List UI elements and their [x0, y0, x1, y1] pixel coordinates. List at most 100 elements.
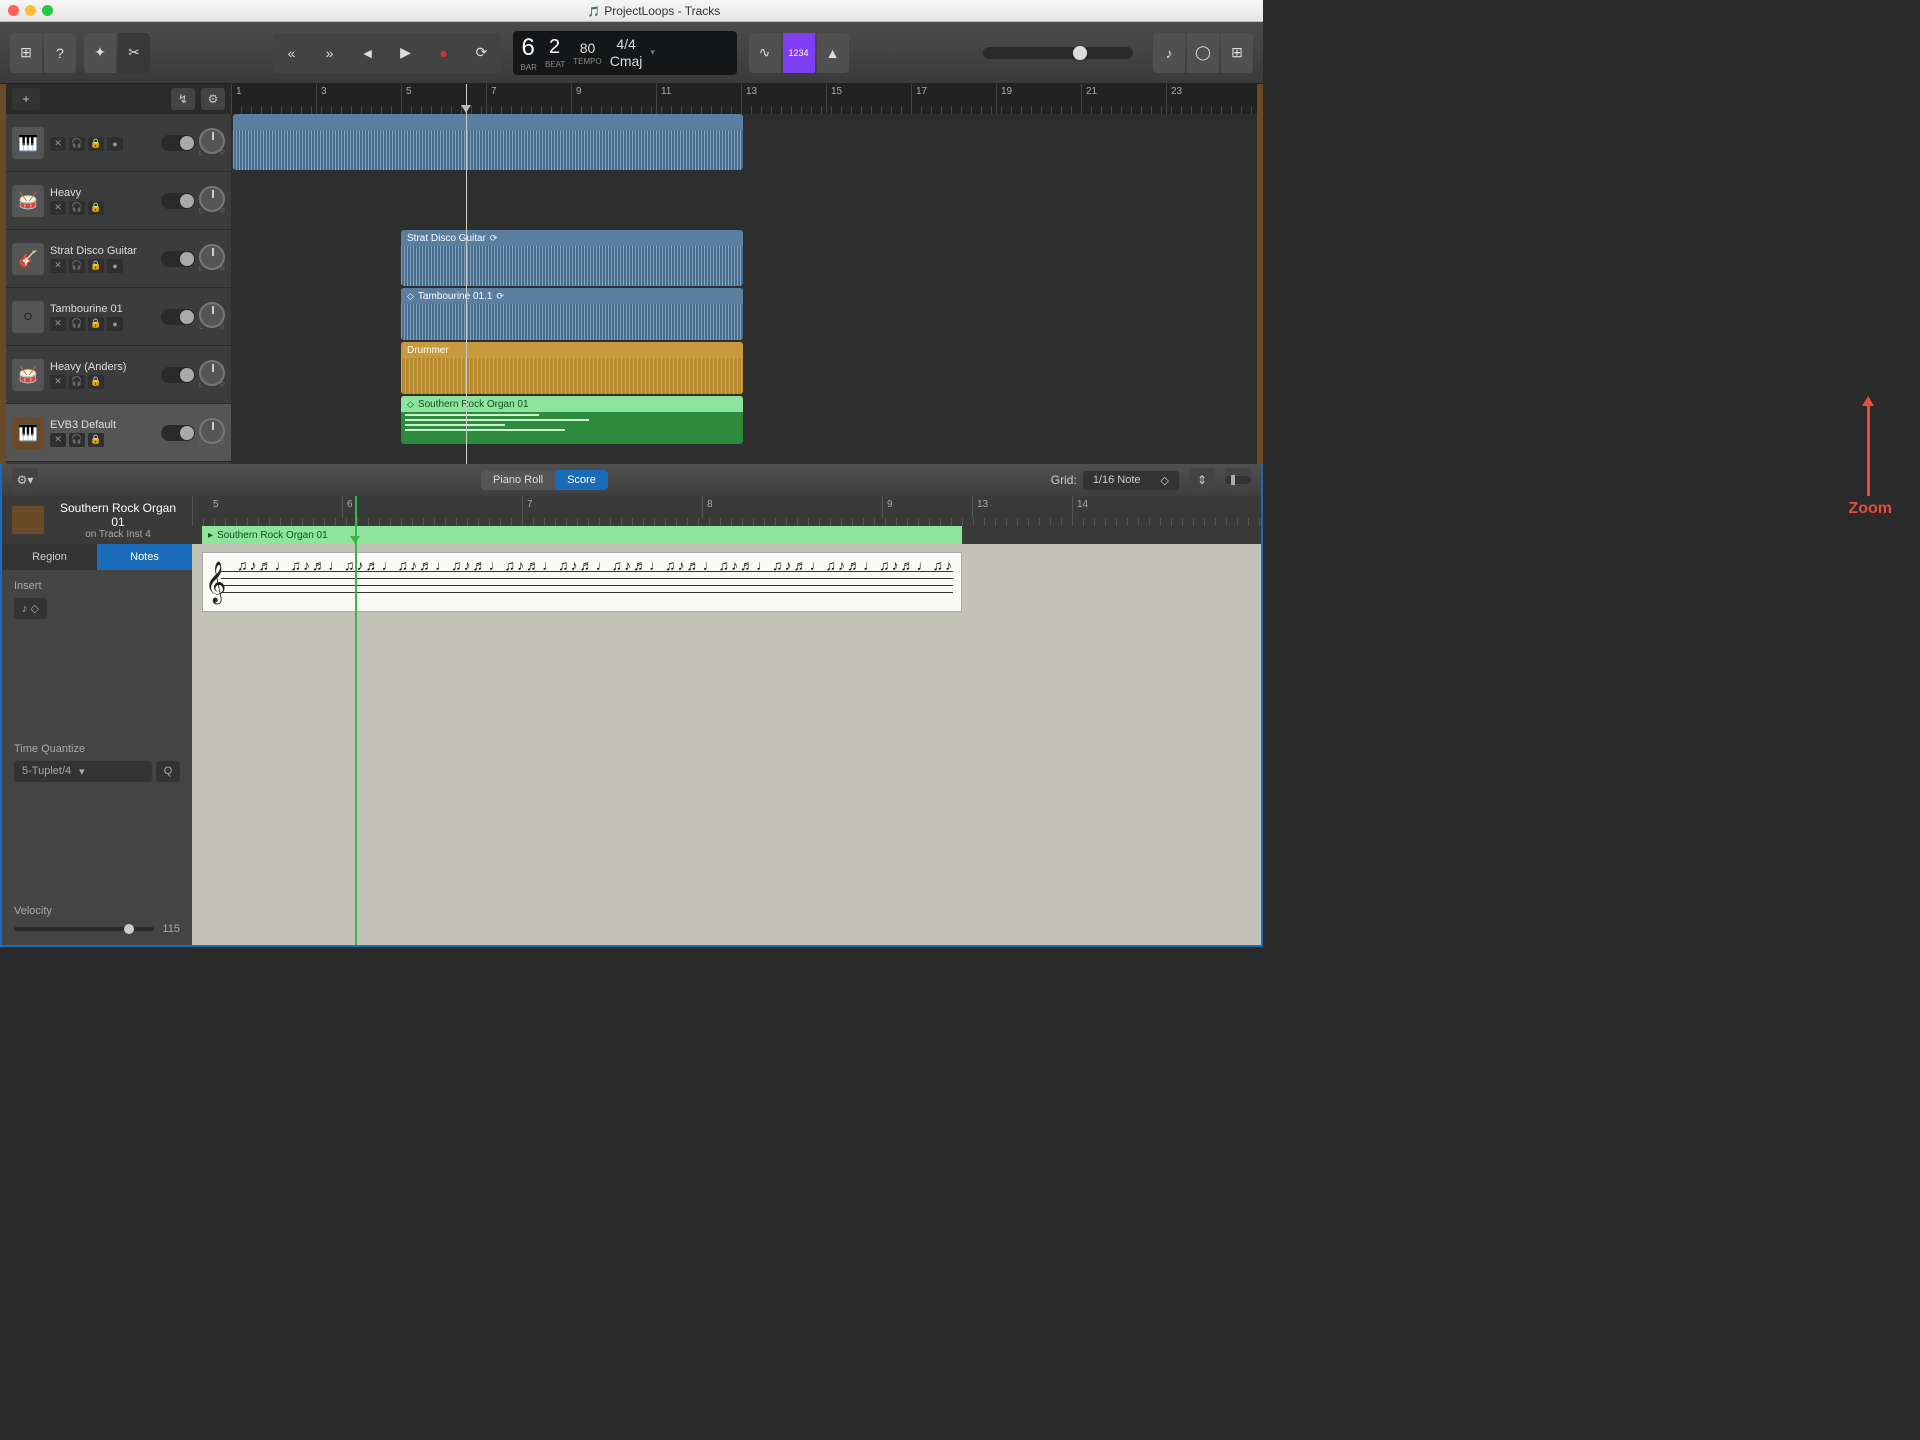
score-editor: ⚙▾ Piano Roll Score Grid: 1/16 Note◇ ⇕ S… [0, 464, 1263, 947]
track-name: Strat Disco Guitar [50, 245, 155, 257]
region-name: Southern Rock Organ 01 [418, 399, 529, 410]
vertical-auto-zoom-button[interactable]: ⇕ [1189, 468, 1215, 492]
time-quantize-select[interactable]: 5-Tuplet/4▾ [14, 761, 152, 782]
lock-button[interactable]: 🔒 [88, 433, 104, 447]
volume-slider[interactable] [161, 425, 195, 441]
lock-button[interactable]: 🔒 [88, 375, 104, 389]
volume-slider[interactable] [161, 135, 195, 151]
mute-button[interactable]: ✕ [50, 375, 66, 389]
time-signature[interactable]: 4/4 [616, 36, 635, 52]
rewind-button[interactable]: « [273, 33, 311, 73]
tuner-button[interactable]: ∿ [749, 33, 781, 73]
pan-knob[interactable] [199, 418, 225, 444]
playhead[interactable] [466, 84, 467, 464]
add-track-button[interactable]: + [12, 88, 40, 110]
insert-note-select[interactable]: ♪ ◇ [14, 598, 47, 619]
key-signature[interactable]: Cmaj [610, 53, 643, 69]
solo-button[interactable]: 🎧 [69, 201, 85, 215]
forward-button[interactable]: » [311, 33, 349, 73]
scissors-tool-button[interactable]: ✂ [118, 33, 150, 73]
track-row[interactable]: 🎸 Strat Disco Guitar ✕ 🎧 🔒 ● LR [6, 230, 231, 288]
record-button[interactable]: ● [425, 33, 463, 73]
audio-region[interactable]: ◇Tambourine 01.1⟳ [401, 288, 743, 340]
velocity-slider[interactable] [14, 927, 154, 931]
automation-toggle[interactable]: ↯ [171, 88, 195, 110]
mute-button[interactable]: ✕ [50, 317, 66, 331]
smart-controls-button[interactable]: ✦ [84, 33, 116, 73]
pan-knob[interactable] [199, 244, 225, 270]
quick-help-button[interactable]: ? [44, 33, 76, 73]
notes-tab[interactable]: Notes [97, 544, 192, 570]
lcd-display[interactable]: 6BAR 2BEAT 80TEMPO 4/4Cmaj ▾ [513, 31, 737, 75]
tempo-value[interactable]: 80 [580, 40, 596, 56]
region-name: Drummer [407, 345, 449, 356]
mute-button[interactable]: ✕ [50, 433, 66, 447]
loop-browser-button[interactable]: ◯ [1187, 33, 1219, 73]
minimize-window-button[interactable] [25, 5, 36, 16]
track-row[interactable]: ○ Tambourine 01 ✕ 🎧 🔒 ● LR [6, 288, 231, 346]
mute-button[interactable]: ✕ [50, 201, 66, 215]
volume-slider[interactable] [161, 193, 195, 209]
solo-button[interactable]: 🎧 [69, 137, 85, 151]
pan-knob[interactable] [199, 128, 225, 154]
score-staff-area[interactable]: 𝄞 ♫♪♬♩♫♪♬♩♫♪♬♩♫♪♬♩♫♪♬♩♫♪♬♩♫♪♬♩♫♪♬♩♫♪♬♩♫♪… [202, 552, 962, 612]
volume-slider[interactable] [161, 309, 195, 325]
solo-button[interactable]: 🎧 [69, 375, 85, 389]
lock-button[interactable]: 🔒 [88, 317, 104, 331]
editor-tool-menu[interactable]: ⚙▾ [12, 468, 38, 492]
midi-region[interactable]: ◇Southern Rock Organ 01 [401, 396, 743, 444]
timeline-ruler[interactable]: 1 3 5 7 9 11 13 15 17 19 21 23 [231, 84, 1257, 114]
notepad-button[interactable]: ♪ [1153, 33, 1185, 73]
title-bar: 🎵ProjectLoops - Tracks [0, 0, 1263, 22]
lock-button[interactable]: 🔒 [88, 259, 104, 273]
zoom-slider-container[interactable] [1225, 468, 1251, 492]
piano-roll-tab[interactable]: Piano Roll [481, 470, 555, 490]
play-button[interactable]: ▶ [387, 33, 425, 73]
lcd-chevron-icon[interactable]: ▾ [650, 47, 655, 58]
record-enable-button[interactable]: ● [107, 137, 123, 151]
track-list-header: + ↯ ⚙ [6, 84, 231, 114]
library-button[interactable]: ⊞ [10, 33, 42, 73]
mute-button[interactable]: ✕ [50, 137, 66, 151]
pan-knob[interactable] [199, 360, 225, 386]
pan-knob[interactable] [199, 302, 225, 328]
mute-button[interactable]: ✕ [50, 259, 66, 273]
region-tab[interactable]: Region [2, 544, 97, 570]
catch-playhead-button[interactable]: ⚙ [201, 88, 225, 110]
metronome-button[interactable]: ▲ [817, 33, 849, 73]
track-row[interactable]: 🥁 Heavy (Anders) ✕ 🎧 🔒 LR [6, 346, 231, 404]
count-in-button[interactable]: 1234 [783, 33, 815, 73]
record-enable-button[interactable]: ● [107, 259, 123, 273]
track-row[interactable]: 🎹 ✕ 🎧 🔒 ● LR [6, 114, 231, 172]
editor-region-header[interactable]: ▸ Southern Rock Organ 01 [202, 526, 962, 544]
grid-value-select[interactable]: 1/16 Note◇ [1083, 471, 1179, 490]
volume-slider[interactable] [161, 251, 195, 267]
solo-button[interactable]: 🎧 [69, 317, 85, 331]
score-tab[interactable]: Score [555, 470, 608, 490]
fullscreen-window-button[interactable] [42, 5, 53, 16]
drummer-region[interactable]: Drummer [401, 342, 743, 394]
pan-knob[interactable] [199, 186, 225, 212]
editor-playhead[interactable] [355, 496, 357, 945]
lock-button[interactable]: 🔒 [88, 201, 104, 215]
region-name: Tambourine 01.1 [418, 291, 493, 302]
record-enable-button[interactable]: ● [107, 317, 123, 331]
media-browser-button[interactable]: ⊞ [1221, 33, 1253, 73]
cycle-button[interactable]: ⟳ [463, 33, 501, 73]
volume-slider[interactable] [161, 367, 195, 383]
audio-region[interactable]: Strat Disco Guitar⟳ [401, 230, 743, 286]
close-window-button[interactable] [8, 5, 19, 16]
go-to-beginning-button[interactable]: ◄ [349, 33, 387, 73]
loop-icon: ⟳ [496, 291, 504, 302]
track-row[interactable]: 🥁 Heavy ✕ 🎧 🔒 LR [6, 172, 231, 230]
solo-button[interactable]: 🎧 [69, 433, 85, 447]
track-row-selected[interactable]: 🎹 EVB3 Default ✕ 🎧 🔒 LR [6, 404, 231, 462]
editor-region-subtitle: on Track Inst 4 [54, 529, 182, 540]
quantize-button[interactable]: Q [156, 761, 180, 782]
solo-button[interactable]: 🎧 [69, 259, 85, 273]
master-volume-slider[interactable] [983, 47, 1133, 59]
arrange-area[interactable]: 1 3 5 7 9 11 13 15 17 19 21 23 Strat Dis… [231, 84, 1257, 464]
audio-region[interactable] [233, 114, 743, 170]
lock-button[interactable]: 🔒 [88, 137, 104, 151]
score-canvas[interactable]: 5 6 7 8 9 13 14 ▸ Southern Rock Organ 01… [192, 496, 1261, 945]
